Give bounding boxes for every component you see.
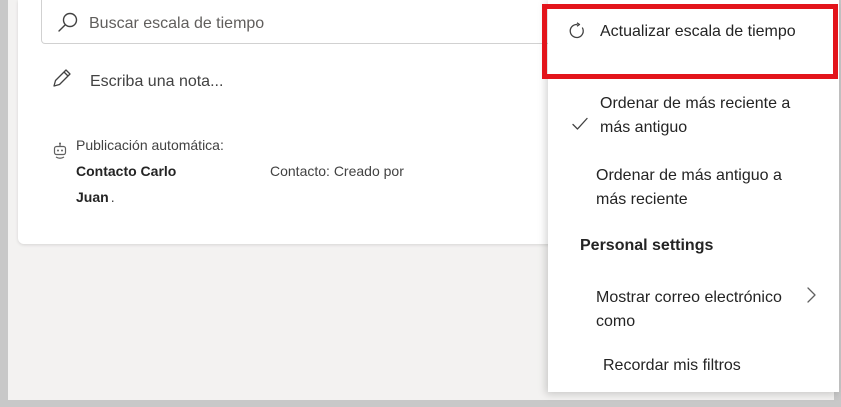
auto-post-detail: Contacto: Creado por [270,163,404,179]
personal-settings-heading: Personal settings [580,237,714,254]
auto-post-label: Publicación automática: [76,137,224,153]
bot-icon [53,142,67,159]
sort-oldest-menu-item[interactable]: Ordenar de más antiguo a más reciente [596,164,816,212]
sort-newest-menu-item[interactable]: Ordenar de más reciente a más antiguo [600,92,820,140]
refresh-icon [569,22,584,39]
note-input[interactable]: Escriba una nota... [90,73,223,91]
show-email-as-menu-item[interactable]: Mostrar correo electrónico como [596,286,796,334]
search-icon [58,12,78,32]
pencil-icon [53,69,71,87]
chevron-right-icon [807,287,816,303]
checkmark-icon [572,117,588,130]
contact-name-link[interactable]: Contacto Carlo [76,163,176,179]
refresh-timeline-menu-item[interactable]: Actualizar escala de tiempo [600,20,820,44]
search-placeholder: Buscar escala de tiempo [89,15,265,32]
contact-name-link-line2[interactable]: Juan. [76,189,115,205]
remember-filters-menu-item[interactable]: Recordar mis filtros [603,357,741,375]
